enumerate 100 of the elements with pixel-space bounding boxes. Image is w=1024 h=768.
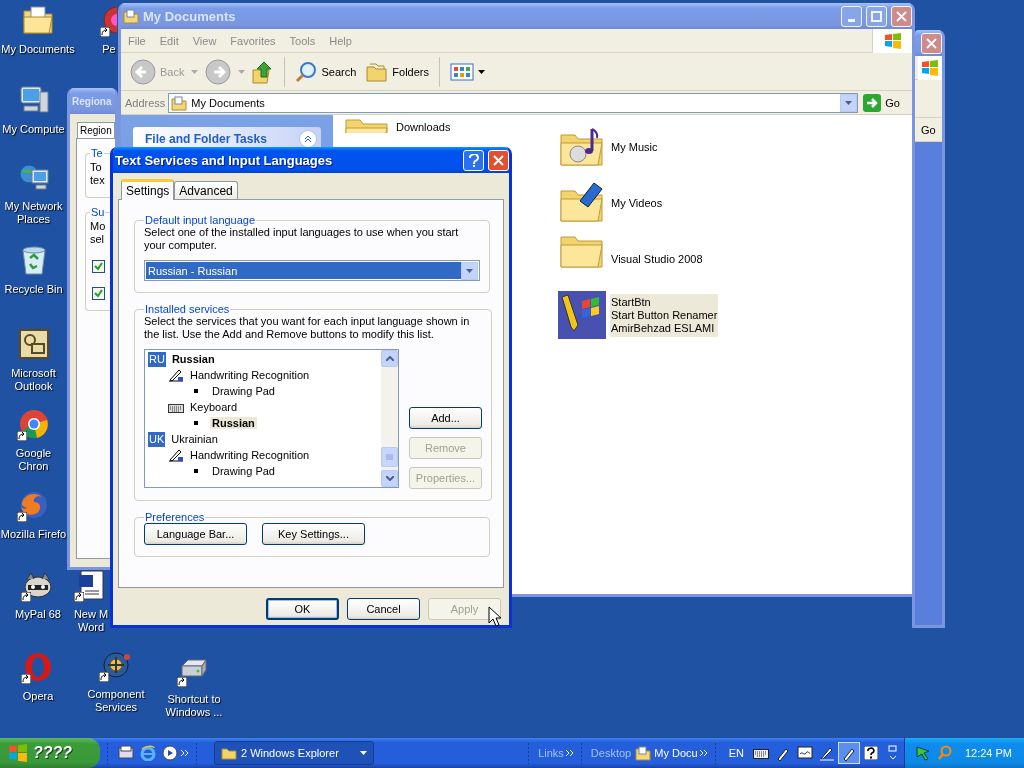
- quick-launch-button[interactable]: [159, 742, 181, 764]
- my-documents-shortcut[interactable]: My Docu: [633, 745, 700, 761]
- close-icon: [896, 10, 907, 22]
- shortcut-arrow-icon: [16, 512, 27, 522]
- bullet-icon: [194, 389, 198, 393]
- tree-item[interactable]: Handwriting Recognition: [188, 369, 312, 381]
- desktop-icon-label[interactable]: Microsoft Outlook: [0, 367, 67, 393]
- clock[interactable]: 12:24 PM: [964, 747, 1012, 759]
- side-button[interactable]: Add...: [409, 407, 482, 429]
- bullet-icon: [194, 421, 198, 425]
- desktop-icon-label[interactable]: Component Services: [78, 688, 154, 714]
- tree-item[interactable]: Russian: [210, 417, 257, 429]
- file-label[interactable]: Downloads: [395, 119, 452, 136]
- double-chevron-icon: [304, 134, 312, 143]
- preference-button[interactable]: Key Settings...: [262, 523, 365, 545]
- go-button[interactable]: Go: [861, 93, 908, 112]
- window-title: Regiona: [72, 95, 112, 107]
- start-logo-icon: [558, 291, 606, 339]
- language-bar-button[interactable]: [837, 742, 860, 764]
- file-label[interactable]: My Music: [610, 138, 659, 156]
- tab[interactable]: Region: [77, 122, 115, 138]
- close-button[interactable]: [488, 149, 509, 171]
- tree-item[interactable]: Keyboard: [188, 401, 240, 413]
- restore-icon: [887, 745, 898, 761]
- start-button[interactable]: ????: [0, 738, 100, 768]
- desktop-icon-label[interactable]: Opera: [22, 690, 54, 703]
- caret-icon[interactable]: [478, 69, 485, 74]
- checkbox[interactable]: [92, 287, 105, 300]
- folder-icon: [343, 119, 391, 133]
- shortcut-arrow-icon: [99, 672, 109, 682]
- scroll-thumb[interactable]: [381, 447, 398, 467]
- scroll-up-button[interactable]: [381, 350, 398, 367]
- desktop-icon-label[interactable]: New M Word: [72, 608, 110, 634]
- media-player-icon: [162, 745, 178, 761]
- tree-item[interactable]: Handwriting Recognition: [188, 449, 312, 461]
- language-indicator[interactable]: EN: [728, 747, 744, 759]
- scroll-down-button[interactable]: [381, 470, 398, 487]
- chevron-icon[interactable]: [699, 749, 708, 757]
- close-icon: [926, 37, 937, 49]
- dialog-button[interactable]: Cancel: [347, 598, 420, 620]
- tray-app-icon[interactable]: [914, 745, 931, 761]
- desktop-icon-label[interactable]: My Compute: [2, 123, 65, 136]
- search-icon: [295, 60, 318, 83]
- dropdown-button[interactable]: [461, 261, 478, 280]
- checkbox[interactable]: [92, 260, 105, 273]
- task-pane-title[interactable]: File and Folder Tasks: [145, 131, 267, 146]
- text-fragment: tex: [90, 174, 106, 187]
- collapse-button[interactable]: [299, 129, 317, 148]
- tree-item[interactable]: Russian: [169, 353, 217, 365]
- chevron-icon[interactable]: [565, 749, 574, 757]
- mouse-pointer-icon: [488, 606, 501, 627]
- taskbar-group-button[interactable]: 2 Windows Explorer: [214, 741, 374, 765]
- group-title: Default input language: [144, 214, 257, 226]
- desktop-icon-label[interactable]: Pe: [102, 43, 116, 56]
- tab[interactable]: Settings: [121, 179, 175, 200]
- desktop-icon-label[interactable]: MyPal 68: [15, 608, 61, 621]
- tree-item[interactable]: Drawing Pad: [210, 385, 277, 397]
- shortcut-arrow-icon: [100, 27, 110, 37]
- handwriting-icon: [818, 745, 835, 761]
- grip-icon: [386, 453, 393, 461]
- dropdown-button[interactable]: [840, 93, 858, 112]
- language-code: RU: [148, 351, 166, 367]
- flag-logo-icon: [883, 31, 902, 50]
- address-field[interactable]: My Documents: [168, 92, 859, 113]
- file-label[interactable]: My Videos: [610, 194, 664, 212]
- desktop-icon-label[interactable]: Shortcut to Windows ...: [156, 693, 232, 719]
- checkmark-icon: [94, 262, 103, 271]
- tab[interactable]: Advanced: [174, 181, 238, 199]
- group-title: Te: [90, 147, 104, 159]
- desktop-icon-label[interactable]: My Network Places: [0, 200, 67, 226]
- description: Select the services that you want for each input language shown in the list. Use the Add and Remove buttons to modify this list.: [144, 315, 471, 341]
- folder-documents-icon: [123, 8, 139, 24]
- bullet-icon: [194, 469, 198, 473]
- shortcut-arrow-icon: [16, 431, 27, 441]
- pen-icon: [168, 448, 184, 462]
- dialog-button[interactable]: OK: [266, 598, 339, 620]
- language-code: UK: [148, 431, 166, 447]
- folders-button[interactable]: Folders: [363, 59, 432, 84]
- desktop-icon-label[interactable]: Google Chron: [0, 447, 67, 473]
- desktop-icon-label[interactable]: Mozilla Firefo: [0, 528, 67, 541]
- help-icon: [863, 746, 878, 760]
- chevron-icon[interactable]: [181, 749, 189, 757]
- text-fragment: sel: [90, 233, 106, 246]
- tree-item[interactable]: Drawing Pad: [210, 465, 277, 477]
- dialog-title: Text Services and Input Languages: [115, 152, 333, 168]
- preference-button[interactable]: Language Bar...: [144, 523, 247, 545]
- desktop-icon-label[interactable]: My Documents: [1, 43, 75, 56]
- address-label: Address: [125, 96, 166, 109]
- pen-icon: [168, 368, 184, 382]
- desktop-icon-label[interactable]: Recycle Bin: [4, 283, 63, 296]
- file-label[interactable]: Visual Studio 2008: [610, 250, 704, 268]
- language-select[interactable]: Russian - Russian: [144, 260, 480, 281]
- search-button[interactable]: Search: [292, 58, 360, 85]
- folder-icon: [221, 746, 237, 760]
- tree-item[interactable]: Ukrainian: [169, 433, 220, 445]
- group-title: Su: [90, 206, 106, 218]
- file-label[interactable]: StartBtn Start Button Renamer AmirBehzad ESLAMI: [610, 293, 719, 337]
- description: Select one of the installed input languages to use when you start your computer.: [144, 226, 460, 252]
- close-button[interactable]: [921, 32, 942, 54]
- caret-icon[interactable]: [360, 751, 367, 755]
